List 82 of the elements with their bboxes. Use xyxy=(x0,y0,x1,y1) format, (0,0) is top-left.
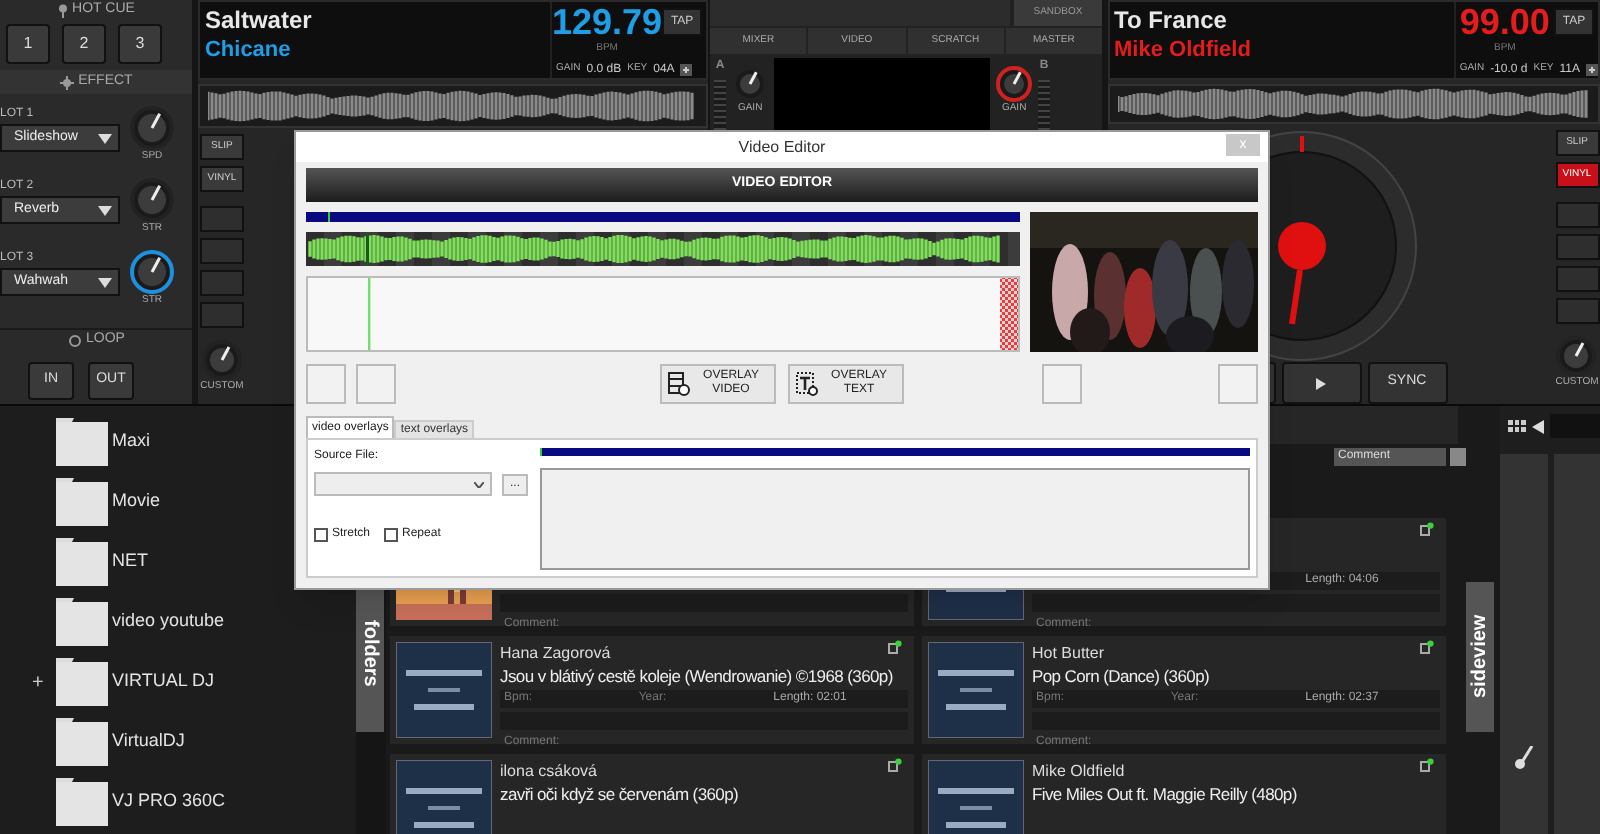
hot-cue-button[interactable]: 2 xyxy=(62,24,106,64)
track-artist: Mike Oldfield xyxy=(1032,760,1125,782)
sideview-tab[interactable]: sideview xyxy=(1466,582,1494,732)
source-file-dropdown[interactable] xyxy=(314,472,492,496)
scroll-up-button[interactable] xyxy=(1450,447,1466,466)
folder-icon xyxy=(56,778,108,826)
caret-icon xyxy=(98,133,112,143)
grid-icon[interactable] xyxy=(1508,420,1526,432)
back-icon[interactable] xyxy=(1532,419,1544,433)
folder-name[interactable]: Maxi xyxy=(112,428,151,456)
caret-icon xyxy=(474,481,484,487)
folder-icon xyxy=(56,478,108,526)
custom-knob[interactable] xyxy=(201,340,242,380)
pad-button[interactable] xyxy=(1555,298,1599,324)
hot-cue-button[interactable]: 1 xyxy=(6,24,50,64)
film-add-icon xyxy=(668,372,690,396)
custom-knob[interactable] xyxy=(1556,336,1597,376)
blank-button[interactable] xyxy=(1042,364,1082,404)
pad-button[interactable] xyxy=(1555,266,1599,292)
track-title: Saltwater xyxy=(204,6,314,36)
hot-cue-button[interactable]: 3 xyxy=(118,24,162,64)
track-artist: Mike Oldfield xyxy=(1114,36,1253,66)
checkbox[interactable] xyxy=(384,528,399,542)
expand-toggle[interactable]: + xyxy=(32,667,56,697)
track-title: To France xyxy=(1114,6,1229,36)
note-icon xyxy=(1420,758,1434,772)
pad-button[interactable] xyxy=(199,238,244,264)
track-card[interactable]: Mike Oldfield Five Miles Out ft. Maggie Reilly (480p) xyxy=(922,754,1446,834)
pad-button[interactable] xyxy=(199,302,244,328)
gain-knob[interactable] xyxy=(732,66,769,102)
transport-button[interactable] xyxy=(1281,362,1361,404)
track-title: Pop Corn (Dance) (360p) xyxy=(1032,664,1210,690)
loop-icon xyxy=(68,334,82,348)
caret-icon xyxy=(98,205,112,215)
effect-knob[interactable] xyxy=(130,106,174,150)
track-title: Five Miles Out ft. Maggie Reilly (480p) xyxy=(1032,782,1297,808)
note-icon xyxy=(1420,640,1434,654)
play-icon xyxy=(1316,377,1326,389)
caret-icon xyxy=(98,277,112,287)
folder-icon xyxy=(56,418,108,466)
track-card[interactable]: ilona csáková zavři oči když se červenám (360p) xyxy=(390,754,914,834)
track-artist: ilona csáková xyxy=(500,760,597,782)
pad-button[interactable] xyxy=(1555,234,1599,260)
gain-knob[interactable] xyxy=(996,66,1033,102)
blank-button[interactable] xyxy=(356,364,396,404)
overlay-list[interactable] xyxy=(540,468,1250,570)
folder-name[interactable]: NET xyxy=(112,548,148,576)
track-title: Jsou v blátivý cestě koleje (Wendrowanie) ©1968 (360p) xyxy=(500,664,893,690)
overlay-track[interactable] xyxy=(306,276,1020,352)
note-icon xyxy=(1420,522,1434,536)
folder-name[interactable]: Movie xyxy=(112,488,161,516)
blank-button[interactable] xyxy=(306,364,346,404)
effect-icon xyxy=(60,75,75,89)
pin-icon xyxy=(58,3,69,17)
folder-name[interactable]: VirtualDJ xyxy=(112,728,185,756)
bpm-value: 99.00 xyxy=(1459,2,1550,42)
level-meter xyxy=(1038,80,1051,132)
guitar-icon xyxy=(1514,746,1534,770)
note-icon xyxy=(888,640,902,654)
folder-name[interactable]: VIRTUAL DJ xyxy=(112,668,215,696)
folder-name[interactable]: VJ PRO 360C xyxy=(112,788,226,816)
pad-button[interactable] xyxy=(1555,202,1599,228)
bpm-value: 129.79 xyxy=(552,2,663,42)
folder-icon xyxy=(56,598,108,646)
text-add-icon xyxy=(796,372,818,396)
pad-button[interactable] xyxy=(199,206,244,232)
window-title: Video Editor xyxy=(738,135,826,159)
track-artist: Hot Butter xyxy=(1032,642,1105,664)
folder-icon xyxy=(56,658,108,706)
folder-icon xyxy=(56,538,108,586)
track-title: zavři oči když se červenám (360p) xyxy=(500,782,739,808)
effect-knob[interactable] xyxy=(130,250,174,294)
folder-name[interactable]: video youtube xyxy=(112,608,225,636)
level-meter xyxy=(714,80,727,132)
track-artist: Chicane xyxy=(204,36,293,66)
checkbox[interactable] xyxy=(314,528,328,542)
pad-button[interactable] xyxy=(199,270,244,296)
note-icon xyxy=(888,758,902,772)
folder-icon xyxy=(56,718,108,766)
track-artist: Hana Zagorová xyxy=(500,642,611,664)
effect-knob[interactable] xyxy=(130,178,174,222)
blank-button[interactable] xyxy=(1218,364,1258,404)
